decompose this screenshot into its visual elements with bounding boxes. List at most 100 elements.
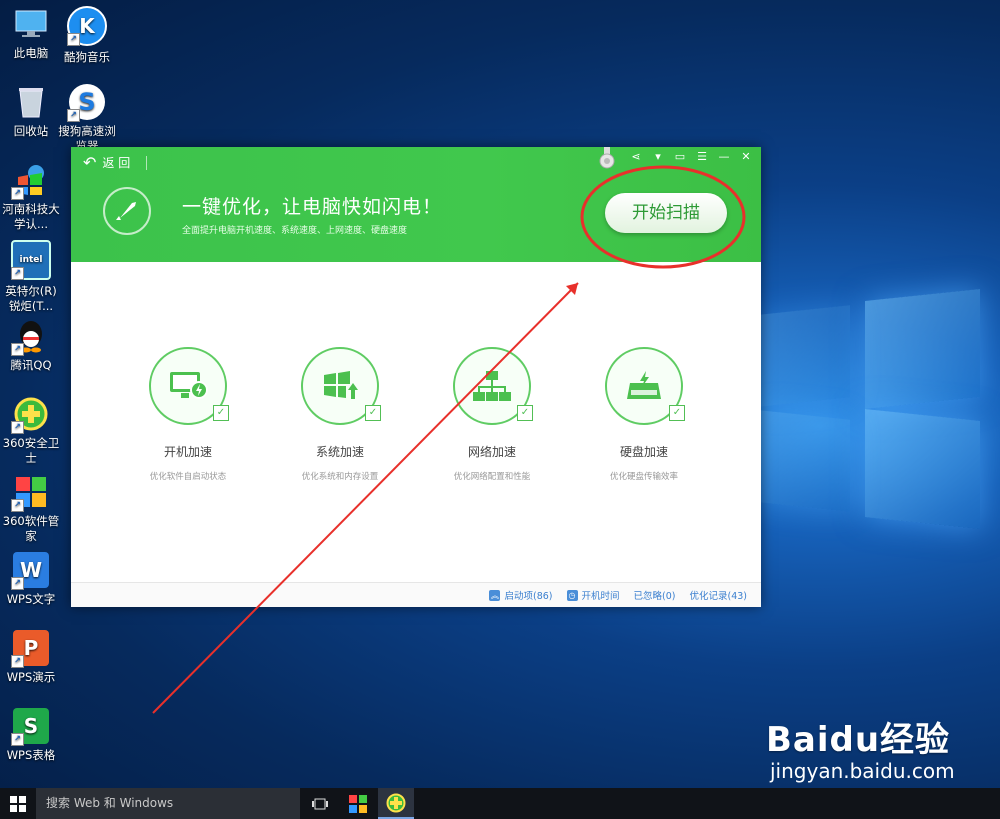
360-software-icon: ↗ [11,474,49,512]
intel-graphics-icon: intel ↗ [11,240,51,280]
desktop-icon-intel[interactable]: intel ↗ 英特尔(R) 锐炬(T... [0,240,62,314]
feature-circle: ✓ [605,347,685,425]
feature-boot-speedup[interactable]: ✓ 开机加速 优化软件自启动状态 [113,347,263,482]
feature-checkbox[interactable]: ✓ [213,405,229,421]
feature-name: 系统加速 [315,445,364,459]
windows-logo-icon [10,795,26,812]
feature-checkbox[interactable]: ✓ [517,405,533,421]
share-icon[interactable]: ⋖ [629,150,643,163]
title-bar-controls: ⋖ ▾ ▭ ☰ — ✕ [629,150,753,163]
shortcut-arrow-icon: ↗ [11,187,24,200]
360-safe-icon [386,793,406,812]
desktop-icon-label: 此电脑 [13,46,49,60]
feedback-icon[interactable]: ▭ [673,150,687,163]
feature-desc: 优化软件自启动状态 [149,472,227,482]
feature-name: 硬盘加速 [619,445,668,459]
window-header: ↶ 返 回 ⋖ ▾ ▭ ☰ — ✕ 一键优化，让电脑快如闪电！ 全面提升电脑开机… [71,147,761,262]
medal-icon[interactable] [599,147,615,169]
wps-writer-icon: W ↗ [11,552,49,590]
windows-up-icon [324,371,358,399]
history-label: 优化记录(43) [689,591,747,602]
window-footer: ︽ 启动项(86) ◷ 开机时间 已忽略(0) 优化记录(43) [71,582,761,607]
history-link[interactable]: 优化记录(43) [689,588,747,602]
ignored-label: 已忽略(0) [633,591,676,602]
desktop-icon-label: 360安全卫士 [2,436,60,465]
skin-icon[interactable]: ▾ [651,150,665,163]
taskbar: 搜索 Web 和 Windows [0,788,1000,819]
desktop-icon-kugou[interactable]: K ↗ 酷狗音乐 [56,6,118,65]
startup-items-link[interactable]: ︽ 启动项(86) [489,588,553,602]
desktop-icon-computer[interactable]: 此电脑 [0,6,62,61]
desktop-icon-label: 英特尔(R) 锐炬(T... [5,284,57,313]
shortcut-arrow-icon: ↗ [11,267,24,280]
wallpaper-windows-logo [760,255,1000,555]
taskbar-360-safe[interactable] [378,788,414,819]
desktop-icon-hn-university[interactable]: ↗ 河南科技大学认... [0,162,62,232]
shortcut-arrow-icon: ↗ [11,733,24,746]
taskbar-360-software[interactable] [340,788,376,819]
shortcut-arrow-icon: ↗ [11,343,24,356]
desktop-icon-wps-writer[interactable]: W ↗ WPS文字 [0,552,62,607]
baidu-watermark: Baidu经验 jingyan.baidu.com [766,712,955,783]
task-view-button[interactable] [302,788,338,819]
ignored-link[interactable]: 已忽略(0) [634,588,676,602]
sogou-browser-icon: S ↗ [67,84,105,122]
boot-time-link[interactable]: ◷ 开机时间 [566,588,620,602]
feature-system-speedup[interactable]: ✓ 系统加速 优化系统和内存设置 [265,347,415,482]
menu-icon[interactable]: ☰ [695,150,709,163]
startup-icon: ︽ [489,589,501,601]
desktop-icon-label: WPS演示 [6,670,56,684]
desktop-icon-label: 360软件管家 [2,514,60,543]
desktop-icon-sogou[interactable]: S ↗ 搜狗高速浏览器 [56,84,118,154]
desktop-icon-qq[interactable]: ↗ 腾讯QQ [0,318,62,373]
feature-desc: 优化系统和内存设置 [301,472,379,482]
network-icon [473,371,511,401]
feature-name: 开机加速 [163,445,212,459]
feature-network-speedup[interactable]: ✓ 网络加速 优化网络配置和性能 [417,347,567,482]
speedup-window: ↶ 返 回 ⋖ ▾ ▭ ☰ — ✕ 一键优化，让电脑快如闪电！ 全面提升电脑开机… [71,147,761,607]
divider [146,155,148,170]
shortcut-arrow-icon: ↗ [11,421,24,434]
back-button[interactable]: ↶ 返 回 [83,153,148,172]
feature-circle: ✓ [301,347,381,425]
feature-circle: ✓ [453,347,533,425]
desktop-icon-wps-spreadsheet[interactable]: S ↗ WPS表格 [0,708,62,763]
boot-time-label: 开机时间 [581,591,620,602]
desktop-icon-label: WPS表格 [6,748,56,762]
desktop-icon-360-safe[interactable]: ↗ 360安全卫士 [0,396,62,466]
computer-icon [13,6,49,42]
desktop-icon-label: 回收站 [13,124,49,138]
subheadline: 全面提升电脑开机速度、系统速度、上网速度、硬盘速度 [182,226,408,236]
task-view-icon [312,798,328,809]
taskbar-search[interactable]: 搜索 Web 和 Windows [36,788,300,819]
back-label: 返 回 [102,156,131,170]
360-safe-icon: ↗ [11,396,49,434]
desktop-icon-recycle[interactable]: 回收站 [0,84,62,139]
hn-university-icon: ↗ [11,162,49,200]
desktop-icon-label: WPS文字 [6,592,56,606]
desktop-icon-label: 腾讯QQ [10,358,52,372]
feature-disk-speedup[interactable]: ✓ 硬盘加速 优化硬盘传输效率 [569,347,719,482]
desktop-icon-label: 酷狗音乐 [64,50,110,64]
shortcut-arrow-icon: ↗ [11,655,24,668]
shortcut-arrow-icon: ↗ [11,577,24,590]
minimize-icon[interactable]: — [717,150,731,163]
startup-items-label: 启动项(86) [504,591,553,602]
start-button[interactable] [0,788,36,819]
feature-desc: 优化网络配置和性能 [453,472,531,482]
desktop-icon-360-software[interactable]: ↗ 360软件管家 [0,474,62,544]
feature-checkbox[interactable]: ✓ [365,405,381,421]
harddisk-icon [627,371,661,399]
close-icon[interactable]: ✕ [739,150,753,163]
feature-circle: ✓ [149,347,229,425]
feature-checkbox[interactable]: ✓ [669,405,685,421]
360-software-icon [349,794,367,813]
monitor-bolt-icon [170,372,208,399]
start-scan-button[interactable]: 开始扫描 [605,193,727,233]
desktop-icon-label: 河南科技大学认... [2,202,60,231]
recycle-bin-icon [13,84,49,120]
feature-desc: 优化硬盘传输效率 [609,472,678,482]
desktop-icon-wps-presentation[interactable]: P ↗ WPS演示 [0,630,62,685]
rocket-icon [103,187,151,235]
watermark-brand: Baidu经验 [766,720,951,760]
